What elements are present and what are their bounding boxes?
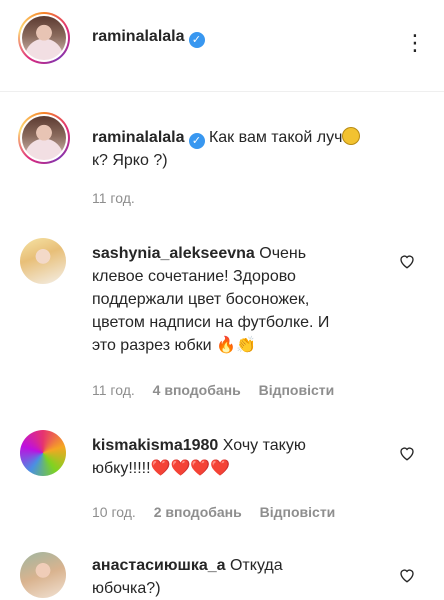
comment-1-username[interactable]: sashynia_alekseevna — [92, 245, 255, 262]
comment-1-line1: Очень — [259, 245, 307, 262]
verified-icon: ✓ — [188, 133, 205, 149]
comment-1-line3: поддержали цвет босоножек, — [92, 291, 310, 308]
commenter-avatar[interactable] — [20, 552, 66, 598]
caption-text-line1: Как вам такой луч — [208, 129, 343, 146]
like-heart-icon[interactable] — [398, 566, 416, 584]
comment-1-line2: клевое сочетание! Здорово — [92, 268, 296, 285]
caption-text-line2: к? Ярко ?) — [92, 152, 168, 169]
comment-2-time: 10 год. — [92, 504, 136, 520]
comment-1-likes[interactable]: 4 вподобань — [153, 382, 241, 398]
comment-1-reply-button[interactable]: Відповісти — [259, 382, 335, 398]
comment-1-line4: цветом надписи на футболке. И — [92, 314, 330, 331]
header-user: raminalalala ✓ — [92, 28, 205, 48]
like-heart-icon[interactable] — [398, 444, 416, 462]
commenter-avatar[interactable] — [20, 238, 66, 284]
like-heart-icon[interactable] — [398, 252, 416, 270]
comment-3-username[interactable]: анастасиюшка_а — [92, 557, 226, 574]
comment-1-meta: 11 год. 4 вподобань Відповісти — [92, 382, 348, 398]
caption-avatar[interactable] — [18, 112, 70, 164]
comment-1-line5: это разрез юбки 🔥👏 — [92, 337, 256, 354]
caption-time: 11 год. — [92, 190, 135, 206]
header-username[interactable]: raminalalala — [92, 28, 185, 45]
comment-2-line2: юбку!!!!!❤️❤️❤️❤️ — [92, 460, 231, 477]
verified-icon: ✓ — [188, 32, 205, 48]
comment-2: kismakisma1980 Хочу такую юбку!!!!!❤️❤️❤… — [92, 434, 412, 480]
header-avatar[interactable] — [18, 12, 70, 64]
comment-1-time: 11 год. — [92, 382, 135, 398]
caption-meta: 11 год. — [92, 190, 149, 206]
commenter-avatar[interactable] — [20, 430, 66, 476]
more-options-icon[interactable]: ⋮ — [404, 30, 428, 56]
comment-3-line1: Откуда — [229, 557, 283, 574]
comment-3-line2: юбочка?) — [92, 580, 161, 597]
comment-2-line1: Хочу такую — [222, 437, 306, 454]
caption: raminalalala ✓ Как вам такой луч к? Ярко … — [92, 126, 422, 172]
comment-1: sashynia_alekseevna Очень клевое сочетан… — [92, 242, 412, 357]
post-header: raminalalala ✓ ⋮ — [0, 0, 444, 92]
comment-2-meta: 10 год. 2 вподобань Відповісти — [92, 504, 349, 520]
caption-username[interactable]: raminalalala — [92, 129, 185, 146]
comment-2-reply-button[interactable]: Відповісти — [260, 504, 336, 520]
lemon-emoji-icon — [342, 127, 361, 145]
comment-3: анастасиюшка_а Откуда юбочка?) — [92, 554, 412, 600]
comment-2-likes[interactable]: 2 вподобань — [154, 504, 242, 520]
comment-2-username[interactable]: kismakisma1980 — [92, 437, 218, 454]
